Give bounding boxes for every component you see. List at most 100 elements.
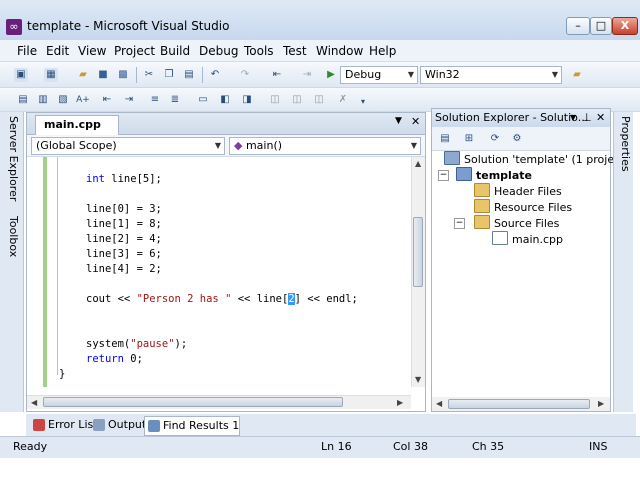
minimize-button[interactable]: – <box>566 17 590 35</box>
scope-combo[interactable]: (Global Scope) ▼ <box>31 137 225 155</box>
menu-test[interactable]: Test <box>283 44 307 58</box>
class-view-icon[interactable]: ⚙ <box>510 132 524 146</box>
code-line: line[4] = 2; <box>86 263 162 275</box>
active-files-dropdown-icon[interactable]: ▼ <box>395 116 402 126</box>
code-line-current: cout << "Person 2 has " << line[2] << en… <box>86 293 358 305</box>
status-bar: Ready Ln 16 Col 38 Ch 35 INS <box>0 436 640 458</box>
window-title: template - Microsoft Visual Studio <box>27 19 230 33</box>
navigate-backward-icon[interactable]: ⇤ <box>270 68 284 82</box>
solution-platform-combo[interactable]: Win32 ▼ <box>420 66 562 84</box>
tree-solution[interactable]: Solution 'template' (1 project) <box>444 151 629 167</box>
properties-tab[interactable]: Properties <box>616 116 632 172</box>
menu-view[interactable]: View <box>78 44 106 58</box>
toggle-bookmark-icon[interactable]: ▭ <box>196 93 210 107</box>
toolbox-tab[interactable]: Toolbox <box>4 216 20 257</box>
solution-explorer-toolbar: ▤ ⊞ ⟳ ⚙ <box>432 127 610 151</box>
tab-find-results[interactable]: Find Results 1 <box>144 416 241 436</box>
close-button[interactable]: X <box>612 17 638 35</box>
display-object-member-list-icon[interactable]: ▤ <box>16 93 30 107</box>
scroll-down-icon[interactable]: ▼ <box>415 375 421 384</box>
close-document-icon[interactable]: ✕ <box>411 115 420 128</box>
increase-indent-icon[interactable]: ⇥ <box>122 93 136 107</box>
editor-horizontal-scroll-thumb[interactable] <box>43 397 343 407</box>
clear-all-bookmarks-icon[interactable]: ✗ <box>336 93 350 107</box>
cut-icon[interactable]: ✂ <box>142 68 156 82</box>
solution-configuration-combo[interactable]: Debug ▼ <box>340 66 418 84</box>
toolbar-overflow-icon[interactable]: ▾ <box>356 95 370 109</box>
maximize-button[interactable]: □ <box>590 17 612 35</box>
close-panel-icon[interactable]: ✕ <box>596 109 605 127</box>
display-quick-info-icon[interactable]: ▧ <box>56 93 70 107</box>
status-column: Col 38 <box>393 440 428 453</box>
solution-icon <box>444 151 460 165</box>
folder-icon <box>474 183 490 197</box>
code-editor-window: main.cpp ▼ ✕ (Global Scope) ▼ ◆ main() ▼… <box>26 112 426 412</box>
member-combo[interactable]: ◆ main() ▼ <box>229 137 421 155</box>
bottom-tool-window-tabs: Error List Output Find Results 1 <box>26 414 636 436</box>
display-word-completion-icon[interactable]: A+ <box>76 93 90 107</box>
menu-edit[interactable]: Edit <box>46 44 69 58</box>
uncomment-lines-icon[interactable]: ≣ <box>168 93 182 107</box>
solution-explorer-window: Solution Explorer - Solutio... ▼ ⊥ ✕ ▤ ⊞… <box>431 108 629 412</box>
previous-bookmark-folder-icon[interactable]: ◫ <box>268 93 282 107</box>
navigate-forward-icon[interactable]: ⇥ <box>300 68 314 82</box>
collapse-icon[interactable]: − <box>454 218 465 229</box>
next-bookmark-folder-icon[interactable]: ◫ <box>290 93 304 107</box>
tab-output[interactable]: Output <box>90 416 146 434</box>
cpp-file-icon <box>492 231 508 245</box>
next-bookmark-icon[interactable]: ◨ <box>240 93 254 107</box>
new-project-icon[interactable]: ▣ <box>14 68 28 82</box>
start-debugging-icon[interactable]: ▶ <box>324 68 338 82</box>
tab-main-cpp[interactable]: main.cpp <box>35 115 119 135</box>
auto-hide-pin-icon[interactable]: ⊥ <box>582 109 592 127</box>
solution-explorer-scroll-thumb[interactable] <box>448 399 590 409</box>
scroll-left-icon[interactable]: ◀ <box>436 399 442 408</box>
scroll-right-icon[interactable]: ▶ <box>397 398 403 407</box>
menu-file[interactable]: File <box>17 44 37 58</box>
previous-bookmark-icon[interactable]: ◧ <box>218 93 232 107</box>
properties-icon[interactable]: ▤ <box>438 132 452 146</box>
find-in-files-icon[interactable]: ▰ <box>570 68 584 82</box>
tab-error-list[interactable]: Error List <box>30 416 98 434</box>
code-text-area[interactable]: int line[5]; line[0] = 3; line[1] = 8; l… <box>27 157 413 387</box>
output-icon <box>93 419 105 431</box>
tree-project[interactable]: template <box>456 167 532 183</box>
scroll-right-icon[interactable]: ▶ <box>598 399 604 408</box>
comment-lines-icon[interactable]: ≡ <box>148 93 162 107</box>
scroll-up-icon[interactable]: ▲ <box>415 159 421 168</box>
code-line: line[0] = 3; <box>86 203 162 215</box>
code-line: line[1] = 8; <box>86 218 162 230</box>
editor-vertical-scroll-thumb[interactable] <box>413 217 423 287</box>
decrease-indent-icon[interactable]: ⇤ <box>100 93 114 107</box>
window-position-icon[interactable]: ▼ <box>570 109 576 127</box>
menu-tools[interactable]: Tools <box>244 44 274 58</box>
tree-file-main-cpp[interactable]: main.cpp <box>492 231 563 247</box>
display-parameter-info-icon[interactable]: ▥ <box>36 93 50 107</box>
scope-value: (Global Scope) <box>36 139 117 152</box>
undo-icon[interactable]: ↶ <box>208 68 222 82</box>
copy-icon[interactable]: ❐ <box>162 68 176 82</box>
menu-project[interactable]: Project <box>114 44 155 58</box>
save-all-icon[interactable]: ▩ <box>116 68 130 82</box>
tree-folder-source-files[interactable]: Source Files <box>474 215 559 231</box>
status-line: Ln 16 <box>321 440 352 453</box>
tree-folder-header-files[interactable]: Header Files <box>474 183 562 199</box>
folder-icon <box>474 215 490 229</box>
open-file-icon[interactable]: ▰ <box>76 68 90 82</box>
project-icon <box>456 167 472 181</box>
scroll-left-icon[interactable]: ◀ <box>31 398 37 407</box>
redo-icon[interactable]: ↷ <box>238 68 252 82</box>
refresh-icon[interactable]: ⟳ <box>488 132 502 146</box>
show-all-files-icon[interactable]: ⊞ <box>462 132 476 146</box>
add-item-icon[interactable]: ▦ <box>44 68 58 82</box>
server-explorer-tab[interactable]: Server Explorer <box>4 116 20 201</box>
menu-build[interactable]: Build <box>160 44 190 58</box>
save-icon[interactable]: ■ <box>96 68 110 82</box>
menu-window[interactable]: Window <box>316 44 363 58</box>
paste-icon[interactable]: ▤ <box>182 68 196 82</box>
menu-debug[interactable]: Debug <box>199 44 238 58</box>
tree-folder-resource-files[interactable]: Resource Files <box>474 199 572 215</box>
clear-bookmarks-icon[interactable]: ◫ <box>312 93 326 107</box>
collapse-icon[interactable]: − <box>438 170 449 181</box>
menu-help[interactable]: Help <box>369 44 396 58</box>
